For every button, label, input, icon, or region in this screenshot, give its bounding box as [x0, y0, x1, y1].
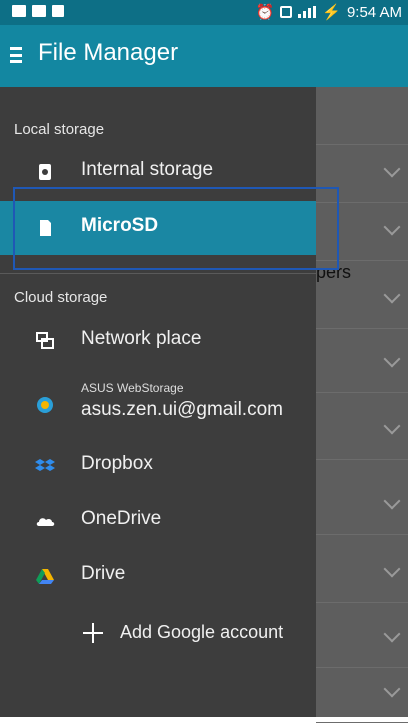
focus-highlight	[13, 187, 339, 270]
list-item[interactable]	[316, 477, 408, 535]
drawer-item-sublabel: ASUS WebStorage	[81, 381, 184, 395]
chevron-down-icon[interactable]	[383, 680, 401, 698]
navigation-drawer: Local storage Internal storage MicroSD C…	[0, 87, 316, 717]
chevron-down-icon[interactable]	[383, 417, 401, 435]
drawer-item-network-place[interactable]: Network place	[0, 314, 316, 368]
clock: 9:54 AM	[346, 3, 402, 21]
drawer-item-label: asus.zen.ui@gmail.com	[81, 399, 283, 420]
system-icons: ⏰ ⚡ 9:54 AM	[255, 3, 402, 22]
image-notification-icon	[12, 5, 26, 17]
chevron-down-icon[interactable]	[383, 625, 401, 643]
sim-icon	[280, 6, 293, 18]
file-transfer-icon	[32, 5, 46, 17]
drawer-item-label: Dropbox	[81, 453, 153, 474]
drawer-item-label: OneDrive	[81, 508, 162, 529]
app-title: File Manager	[38, 39, 179, 66]
signal-icon	[298, 6, 317, 18]
drawer-item-dropbox[interactable]: Dropbox	[0, 439, 316, 493]
network-icon	[36, 332, 54, 349]
drawer-item-label: Internal storage	[81, 159, 214, 180]
list-item[interactable]	[316, 335, 408, 393]
sd-notification-icon	[52, 5, 64, 17]
app-bar: File Manager	[0, 25, 408, 87]
battery-charging-icon: ⚡	[322, 4, 341, 21]
chevron-down-icon[interactable]	[383, 160, 401, 178]
asus-webstorage-icon	[37, 397, 53, 413]
dropbox-icon	[35, 459, 55, 471]
drawer-item-onedrive[interactable]: OneDrive	[0, 494, 316, 548]
phone-storage-icon	[39, 164, 51, 180]
chevron-down-icon[interactable]	[383, 492, 401, 510]
list-item[interactable]	[316, 665, 408, 723]
drawer-item-drive[interactable]: Drive	[0, 549, 316, 603]
list-item[interactable]	[316, 610, 408, 668]
local-storage-header: Local storage	[14, 121, 105, 138]
drawer-item-label: Network place	[81, 328, 202, 349]
list-item[interactable]	[316, 402, 408, 460]
divider	[0, 273, 316, 274]
drawer-item-label: Drive	[81, 563, 126, 584]
cloud-storage-header: Cloud storage	[14, 289, 108, 306]
chevron-down-icon[interactable]	[383, 286, 401, 304]
chevron-down-icon[interactable]	[383, 218, 401, 236]
notification-icons	[12, 5, 64, 17]
list-item[interactable]	[316, 545, 408, 603]
add-account-label: Add Google account	[120, 622, 284, 642]
add-google-account-button[interactable]: Add Google account	[0, 606, 316, 660]
status-bar: ⏰ ⚡ 9:54 AM	[0, 0, 408, 25]
menu-icon[interactable]	[10, 47, 22, 63]
google-drive-icon	[36, 569, 54, 584]
chevron-down-icon[interactable]	[383, 560, 401, 578]
list-item[interactable]	[316, 87, 408, 145]
plus-icon	[83, 623, 103, 643]
alarm-icon: ⏰	[255, 4, 275, 21]
chevron-down-icon[interactable]	[383, 350, 401, 368]
onedrive-icon	[36, 518, 55, 526]
drawer-item-asus-webstorage[interactable]: ASUS WebStorage asus.zen.ui@gmail.com	[0, 373, 316, 439]
